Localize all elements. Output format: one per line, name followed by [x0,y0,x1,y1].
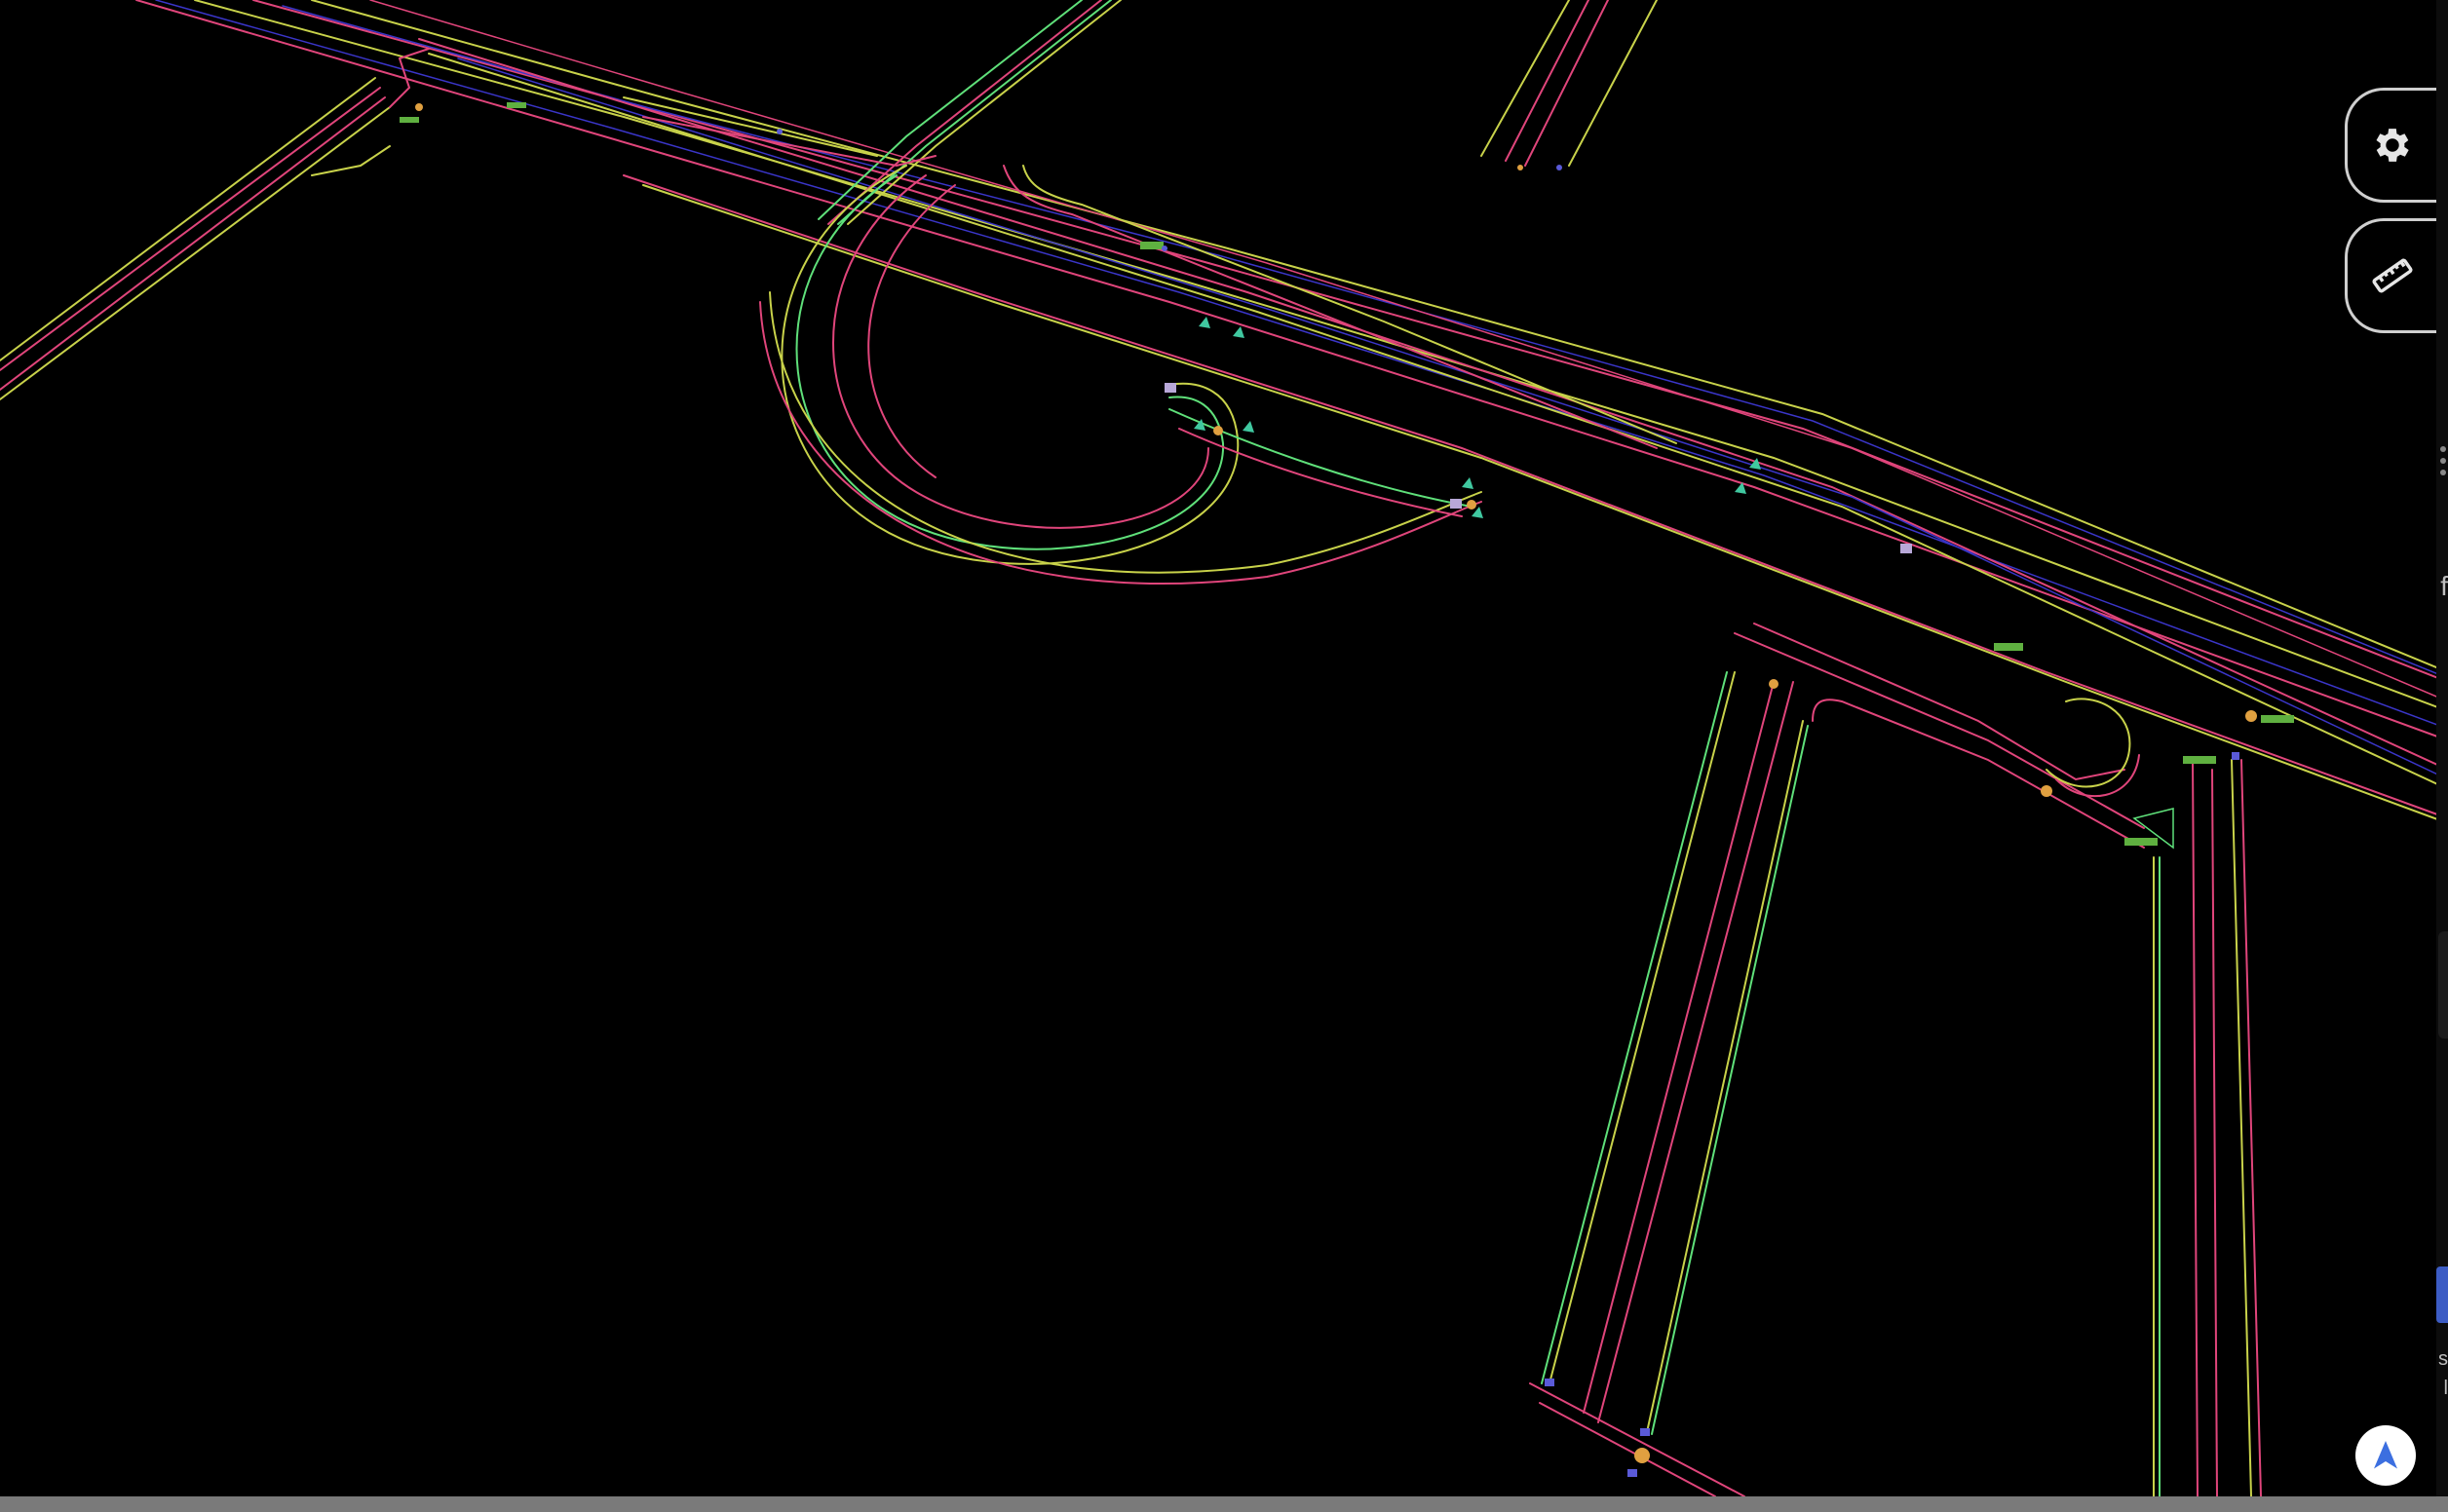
settings-button[interactable] [2345,88,2436,203]
panel-handle-dot [2440,446,2446,452]
highway [135,0,2448,824]
side-road-southeast [2046,698,2262,1496]
panel-text-fragment: f [2440,571,2448,601]
gear-icon [2376,129,2409,162]
measure-button[interactable] [2345,218,2436,333]
navigation-arrow-icon [2374,1441,2397,1469]
panel-handle-dot [2440,470,2446,475]
panel-handle-dot [2440,458,2446,464]
traffic-signs [400,102,2294,1477]
side-panel-edge[interactable]: f s l [2436,0,2448,1496]
side-road-northwest [0,48,430,400]
panel-text-fragment: s [2438,1348,2448,1370]
ruler-icon [2371,258,2413,293]
panel-text-fragment: l [2443,1378,2448,1399]
bottom-scrollbar[interactable] [0,1496,2448,1512]
compass-button[interactable] [2355,1425,2416,1486]
panel-accent-block [2436,1266,2448,1323]
panel-collapse-handle[interactable] [2438,931,2448,1039]
side-road-south [1529,623,2145,1496]
map-canvas[interactable] [0,0,2448,1496]
side-road-north [1480,0,1658,167]
